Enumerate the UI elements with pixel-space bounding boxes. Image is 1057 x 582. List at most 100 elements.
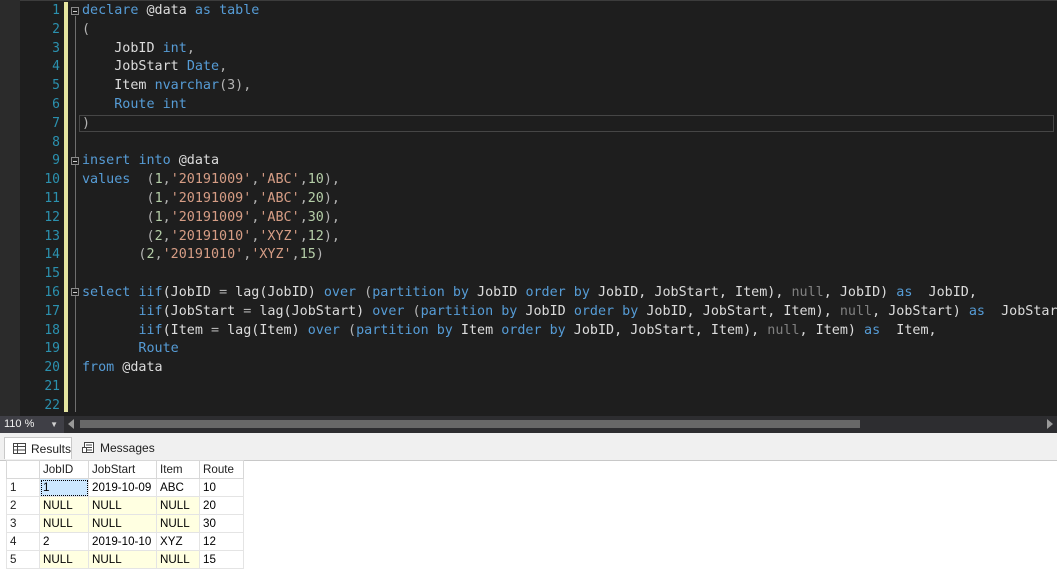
code-token: ,: [291, 247, 300, 263]
code-token: JobID: [517, 303, 574, 319]
code-token: partition by: [356, 322, 453, 338]
collapse-insert-icon[interactable]: [71, 157, 79, 165]
grid-cell[interactable]: 20: [199, 496, 244, 515]
table-row[interactable]: 2 NULL NULL NULL 20: [6, 496, 244, 515]
code-token: Date: [186, 59, 220, 75]
code-area[interactable]: declare @data as table( JobID int, JobSt…: [82, 2, 1057, 416]
table-row[interactable]: 3 NULL NULL NULL 30: [6, 514, 244, 533]
code-token: ),: [323, 172, 340, 188]
code-line[interactable]: [82, 397, 1057, 416]
grid-cell[interactable]: 2019-10-09: [88, 478, 157, 497]
zoom-dropdown[interactable]: 110 % ▼: [0, 416, 64, 433]
collapse-select-icon[interactable]: [71, 288, 79, 296]
grid-cell[interactable]: NULL: [39, 514, 89, 533]
grid-cell[interactable]: 1: [39, 478, 89, 497]
chevron-down-icon: ▼: [50, 420, 58, 429]
code-line[interactable]: (2,'20191010','XYZ',15): [82, 246, 1057, 265]
tab-messages[interactable]: Messages: [74, 437, 155, 459]
row-number[interactable]: 1: [6, 478, 40, 497]
column-header[interactable]: Route: [199, 460, 244, 479]
code-token: , Item): [799, 322, 865, 338]
code-line[interactable]: insert into @data: [82, 152, 1057, 171]
table-row[interactable]: 5 NULL NULL NULL 15: [6, 550, 244, 569]
results-grid[interactable]: JobID JobStart Item Route 1 1 2019-10-09 ABC 10 2…: [6, 460, 244, 569]
tab-results[interactable]: Results: [4, 437, 72, 459]
grid-cell[interactable]: XYZ: [156, 532, 200, 551]
code-line[interactable]: (2,'20191010','XYZ',12),: [82, 228, 1057, 247]
code-token: ,: [162, 190, 171, 206]
line-number: 6: [52, 97, 60, 112]
code-token: iif: [138, 322, 163, 338]
code-line[interactable]: iif(Item = lag(Item) over (partition by …: [82, 322, 1057, 341]
code-line[interactable]: select iif(JobID = lag(JobID) over (part…: [82, 284, 1057, 303]
row-number[interactable]: 4: [6, 532, 40, 551]
code-line[interactable]: [82, 134, 1057, 153]
code-line[interactable]: (1,'20191009','ABC',30),: [82, 209, 1057, 228]
code-line[interactable]: iif(JobStart = lag(JobStart) over (parti…: [82, 303, 1057, 322]
column-header[interactable]: JobStart: [88, 460, 157, 479]
line-number: 19: [44, 341, 60, 357]
grid-cell[interactable]: 12: [199, 532, 244, 551]
line-number: 13: [44, 228, 60, 244]
code-token: table: [219, 3, 260, 18]
row-number-header[interactable]: [6, 460, 40, 479]
grid-cell[interactable]: NULL: [88, 514, 157, 533]
code-token: insert: [82, 153, 131, 169]
grid-cell[interactable]: NULL: [88, 550, 157, 569]
row-number[interactable]: 5: [6, 550, 40, 569]
line-number: 9: [52, 153, 60, 169]
code-line[interactable]: (1,'20191009','ABC',20),: [82, 190, 1057, 209]
code-token: int: [162, 40, 187, 56]
column-header[interactable]: Item: [156, 460, 200, 479]
scrollbar-thumb[interactable]: [80, 420, 860, 428]
grid-cell[interactable]: NULL: [156, 514, 200, 533]
code-line[interactable]: values (1,'20191009','ABC',10),: [82, 171, 1057, 190]
line-number: 2: [52, 21, 60, 37]
grid-cell[interactable]: NULL: [39, 496, 89, 515]
collapse-declare-icon[interactable]: [71, 7, 79, 15]
grid-cell[interactable]: 10: [199, 478, 244, 497]
code-line[interactable]: ): [82, 115, 1057, 134]
code-token: =: [219, 284, 228, 300]
code-line[interactable]: (: [82, 21, 1057, 40]
table-row[interactable]: 4 2 2019-10-10 XYZ 12: [6, 532, 244, 551]
table-row[interactable]: 1 1 2019-10-09 ABC 10: [6, 478, 244, 497]
grid-cell[interactable]: NULL: [88, 496, 157, 515]
grid-cell[interactable]: 30: [199, 514, 244, 533]
scroll-right-icon[interactable]: [1047, 419, 1053, 429]
column-header[interactable]: JobID: [39, 460, 89, 479]
line-number: 20: [44, 360, 60, 376]
scroll-left-icon[interactable]: [68, 419, 74, 429]
grid-cell[interactable]: NULL: [156, 496, 200, 515]
code-token: (: [404, 303, 421, 319]
grid-cell[interactable]: 2019-10-10: [88, 532, 157, 551]
code-line[interactable]: JobID int,: [82, 40, 1057, 59]
grid-cell[interactable]: NULL: [156, 550, 200, 569]
code-line[interactable]: [82, 265, 1057, 284]
line-number: 3: [52, 40, 60, 56]
code-token: lag(JobStart): [251, 303, 373, 319]
grid-header-row: JobID JobStart Item Route: [6, 460, 244, 479]
grid-cell[interactable]: 2: [39, 532, 89, 551]
code-line[interactable]: [82, 378, 1057, 397]
grid-cell[interactable]: 15: [199, 550, 244, 569]
code-token: order by: [501, 322, 566, 338]
code-token: JobID, JobStart, Item),: [638, 303, 840, 319]
grid-cell[interactable]: NULL: [39, 550, 89, 569]
horizontal-scrollbar[interactable]: [66, 416, 1057, 433]
row-number[interactable]: 2: [6, 496, 40, 515]
code-line[interactable]: Item nvarchar(3),: [82, 77, 1057, 96]
code-line[interactable]: from @data: [82, 359, 1057, 378]
code-token: lag(Item): [219, 322, 308, 338]
code-line[interactable]: Route: [82, 340, 1057, 359]
row-number[interactable]: 3: [6, 514, 40, 533]
code-line[interactable]: Route int: [82, 96, 1057, 115]
code-token: as: [896, 284, 913, 300]
grid-cell[interactable]: ABC: [156, 478, 200, 497]
code-line[interactable]: JobStart Date,: [82, 58, 1057, 77]
line-number: 8: [52, 134, 60, 150]
messages-icon: [82, 442, 94, 453]
code-line[interactable]: declare @data as table: [82, 2, 1057, 21]
sql-editor[interactable]: 1 2 3 4 5 6 7 8 9 10 11 12 13 14 15 16 17 18 19 20 21 22 decl…: [0, 0, 1057, 416]
